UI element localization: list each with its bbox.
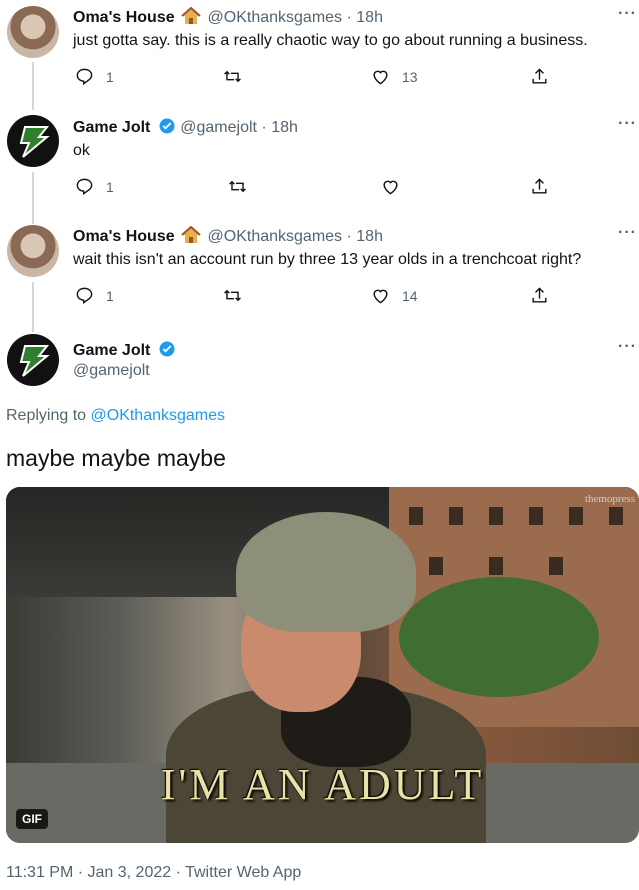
replying-to: Replying to @OKthanksgames xyxy=(6,407,225,425)
tweet-actions: 1 xyxy=(73,177,553,199)
user-handle[interactable]: @gamejolt xyxy=(73,362,150,379)
reply-button[interactable]: 1 xyxy=(75,177,114,196)
retweet-icon xyxy=(224,289,241,302)
media-caption: I'M AN ADULT xyxy=(160,760,485,809)
like-count: 13 xyxy=(402,68,418,85)
tweet-header: Game Jolt xyxy=(73,340,176,360)
thread-tweet-3[interactable]: Oma's House @OKthanksgames · 18h ··· wai… xyxy=(0,220,639,332)
user-handle[interactable]: @OKthanksgames xyxy=(208,9,343,26)
gif-media[interactable]: themopress I'M AN ADULT GIF xyxy=(6,487,639,843)
media-window xyxy=(429,557,443,575)
main-tweet: Game Jolt @gamejolt ··· xyxy=(0,330,639,400)
thread-tweet-2[interactable]: Game Jolt @gamejolt · 18h ··· ok 1 xyxy=(0,110,639,224)
user-handle-row: @gamejolt xyxy=(73,362,150,380)
tweet-header: Game Jolt @gamejolt · 18h xyxy=(73,117,298,137)
display-name[interactable]: Oma's House xyxy=(73,228,175,245)
more-icon[interactable]: ··· xyxy=(618,224,637,242)
media-watermark: themopress xyxy=(584,493,635,505)
avatar[interactable] xyxy=(7,6,59,58)
user-handle[interactable]: @gamejolt xyxy=(180,119,257,136)
retweet-button[interactable] xyxy=(223,286,242,305)
media-window xyxy=(449,507,463,525)
like-button[interactable] xyxy=(381,177,400,196)
tweet-timestamp-footer[interactable]: 11:31 PM · Jan 3, 2022 · Twitter Web App xyxy=(6,864,301,882)
more-icon[interactable]: ··· xyxy=(618,5,637,23)
thread-line xyxy=(32,172,34,224)
share-icon xyxy=(532,178,547,194)
retweet-icon xyxy=(229,180,246,193)
like-icon xyxy=(373,289,388,304)
retweet-button[interactable] xyxy=(228,177,247,196)
share-icon xyxy=(532,287,547,303)
user-handle[interactable]: @OKthanksgames xyxy=(208,228,343,245)
like-icon xyxy=(383,180,398,195)
reply-count: 1 xyxy=(106,178,114,195)
more-icon[interactable]: ··· xyxy=(618,115,637,133)
house-emoji-icon xyxy=(181,7,201,24)
display-name[interactable]: Game Jolt xyxy=(73,342,150,359)
tweet-text: wait this isn't an account run by three … xyxy=(73,251,582,268)
media-window xyxy=(549,557,563,575)
timestamp[interactable]: 18h xyxy=(356,9,383,26)
game-jolt-logo-icon xyxy=(19,126,50,158)
tweet-header: Oma's House @OKthanksgames · 18h xyxy=(73,7,383,27)
thread-line xyxy=(32,282,34,332)
tweet-text: just gotta say. this is a really chaotic… xyxy=(73,32,588,49)
thread-line xyxy=(32,62,34,110)
game-jolt-logo-icon xyxy=(19,345,50,377)
tweet-text: ok xyxy=(73,142,90,159)
reply-icon xyxy=(76,178,93,196)
reply-count: 1 xyxy=(106,68,114,85)
like-icon xyxy=(373,70,388,85)
timestamp[interactable]: 18h xyxy=(271,119,298,136)
tweet-actions: 1 13 xyxy=(73,67,553,89)
media-window xyxy=(489,507,503,525)
tweet-text: maybe maybe maybe xyxy=(6,445,226,471)
replying-to-handle-link[interactable]: @OKthanksgames xyxy=(91,407,226,424)
reply-count: 1 xyxy=(106,287,114,304)
tweet-actions: 1 14 xyxy=(73,286,553,308)
media-tree xyxy=(399,577,599,697)
share-button[interactable] xyxy=(530,67,549,86)
retweet-button[interactable] xyxy=(223,67,242,86)
display-name[interactable]: Game Jolt xyxy=(73,119,150,136)
thread-tweet-1[interactable]: Oma's House @OKthanksgames · 18h ··· jus… xyxy=(0,0,639,110)
reply-button[interactable]: 1 xyxy=(75,286,114,305)
share-button[interactable] xyxy=(530,177,549,196)
house-emoji-icon xyxy=(181,226,201,243)
like-button[interactable]: 13 xyxy=(371,67,418,86)
tweet-header: Oma's House @OKthanksgames · 18h xyxy=(73,226,383,246)
reply-icon xyxy=(76,68,93,86)
reply-button[interactable]: 1 xyxy=(75,67,114,86)
media-window xyxy=(409,507,423,525)
media-window xyxy=(569,507,583,525)
media-person-hat xyxy=(236,512,416,632)
display-name[interactable]: Oma's House xyxy=(73,9,175,26)
gif-badge: GIF xyxy=(16,809,48,829)
separator: · xyxy=(342,228,357,245)
reply-icon xyxy=(76,287,93,305)
verified-icon xyxy=(159,118,175,134)
timestamp[interactable]: 18h xyxy=(356,228,383,245)
avatar[interactable] xyxy=(7,225,59,277)
like-button[interactable]: 14 xyxy=(371,286,418,305)
media-window xyxy=(609,507,623,525)
separator: · xyxy=(256,119,272,136)
separator: · xyxy=(342,9,357,26)
avatar[interactable] xyxy=(7,334,59,386)
retweet-icon xyxy=(224,70,241,83)
share-button[interactable] xyxy=(530,286,549,305)
share-icon xyxy=(532,68,547,84)
replying-to-prefix: Replying to xyxy=(6,407,91,424)
media-window xyxy=(489,557,503,575)
media-window xyxy=(529,507,543,525)
avatar[interactable] xyxy=(7,115,59,167)
verified-icon xyxy=(159,341,175,357)
like-count: 14 xyxy=(402,287,418,304)
more-icon[interactable]: ··· xyxy=(618,338,637,356)
